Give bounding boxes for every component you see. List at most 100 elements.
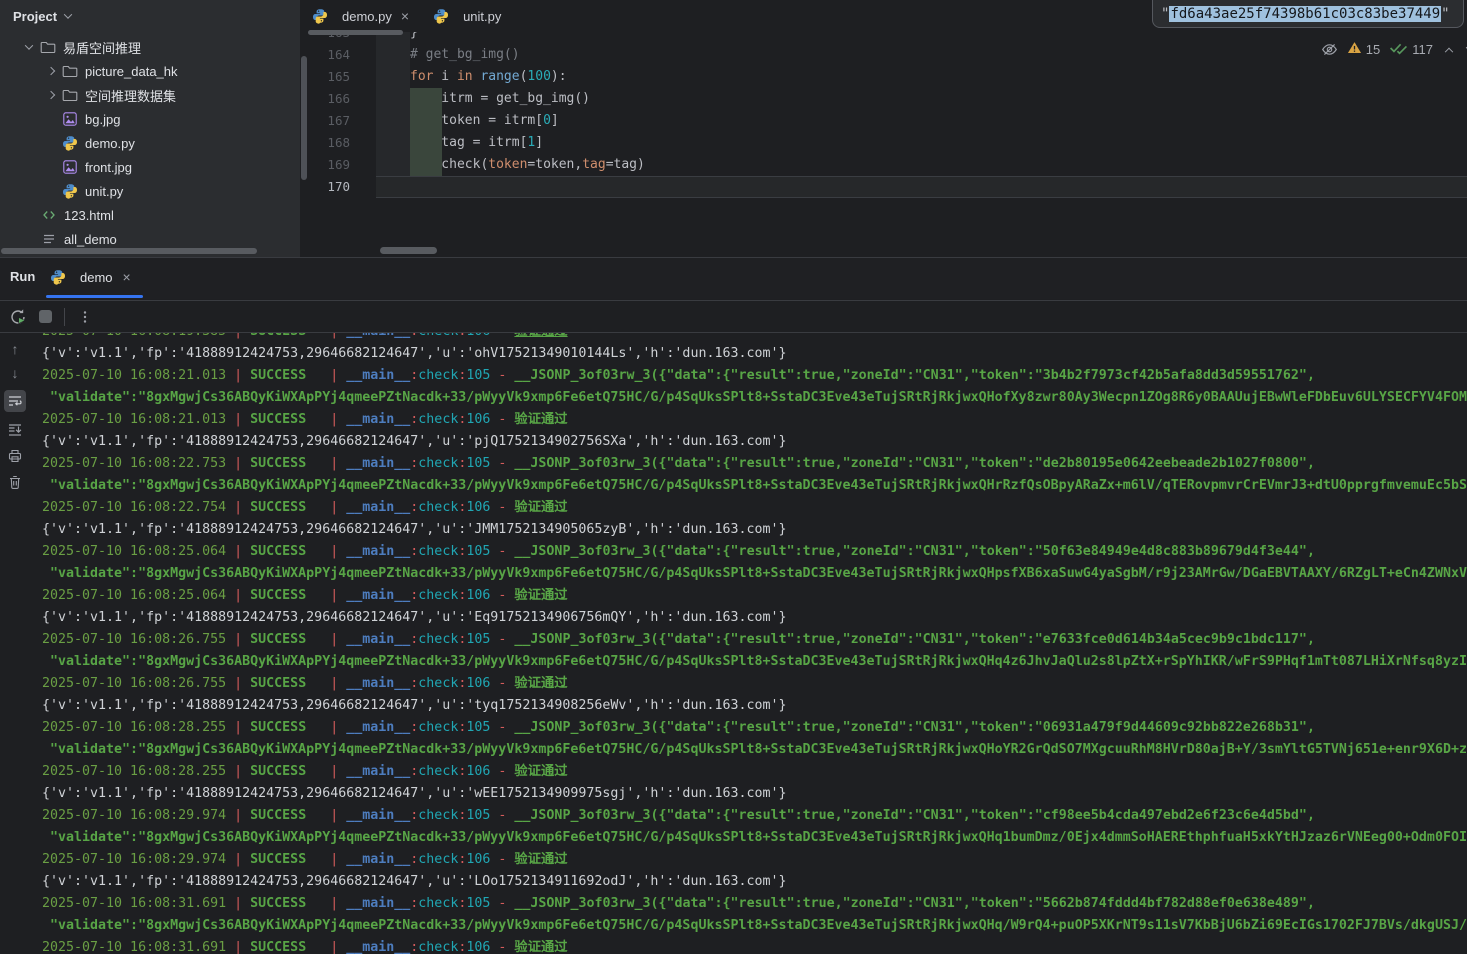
python-icon [62,183,78,199]
tree-item-picture_data_hk[interactable]: picture_data_hk [0,59,300,83]
tree-item-label: bg.jpg [85,112,120,127]
console-line: 2025-07-10 16:08:31.691 | SUCCESS | __ma… [42,937,1467,954]
console-line: 2025-07-10 16:08:26.755 | SUCCESS | __ma… [42,629,1467,651]
tree-item-label: all_demo [64,232,117,247]
double-check-icon [1389,40,1408,58]
tree-item-空间推理数据集[interactable]: 空间推理数据集 [0,83,300,107]
code-line-165: for i in range(100): [410,66,567,88]
console-line: "validate":"8gxMgwjCs36ABQyKiWXApPYj4qme… [42,651,1467,673]
selected-value-text[interactable]: fd6a43ae25f74398b61c03c83be37449 [1169,6,1441,22]
line-number: 164 [300,44,350,66]
editor-tab-unit.py[interactable]: unit.py [421,0,513,32]
image-icon [62,111,78,127]
python-icon [62,135,78,151]
project-panel-title: Project [13,9,57,24]
line-number: 166 [300,88,350,110]
console-line: 2025-07-10 16:08:28.255 | SUCCESS | __ma… [42,717,1467,739]
project-vertical-scrollbar[interactable] [301,56,307,180]
project-panel: Project 易盾空间推理 picture_data_hk 空间推理数据集 bg.j… [0,0,300,257]
console-line: 2025-07-10 16:08:29.974 | SUCCESS | __ma… [42,849,1467,871]
tree-item-label: 易盾空间推理 [63,38,141,57]
console-line: {'v':'v1.1','fp':'41888912424753,2964668… [42,343,1467,365]
chevron-right-icon[interactable] [40,68,62,74]
html-icon [41,207,57,223]
editor-tab-demo.py[interactable]: demo.py × [300,0,421,32]
console-line: {'v':'v1.1','fp':'41888912424753,2964668… [42,871,1467,893]
up-arrow-icon[interactable]: ↑ [12,342,19,356]
tree-item-bg.jpg[interactable]: bg.jpg [0,107,300,131]
folder-icon [62,87,78,103]
tree-item-label: 123.html [64,208,114,223]
tree-item-label: 空间推理数据集 [85,86,176,105]
tree-item-demo.py[interactable]: demo.py [0,131,300,155]
code-line-164: # get_bg_img() [410,44,520,66]
project-panel-header[interactable]: Project [0,0,300,32]
code-editor[interactable]: 163164165166167168169170 }# get_bg_img()… [300,32,1467,258]
code-line-167: token = itrm[0] [410,110,559,132]
warnings-indicator[interactable]: 15 [1347,40,1380,58]
tree-item-易盾空间推理[interactable]: 易盾空间推理 [0,35,300,59]
console-line: 2025-07-10 16:08:25.064 | SUCCESS | __ma… [42,585,1467,607]
line-number: 168 [300,132,350,154]
console-line: 2025-07-10 16:08:21.013 | SUCCESS | __ma… [42,409,1467,431]
warnings-count: 15 [1366,42,1380,57]
console-line: "validate":"8gxMgwjCs36ABQyKiWXApPYj4qme… [42,387,1467,409]
gutter-highlight-band [376,32,410,176]
python-icon [312,8,328,24]
quote-close: " [1441,6,1449,22]
image-icon [62,159,78,175]
editor-tab-label: demo.py [342,9,392,24]
highlighting-off-icon[interactable] [1321,41,1338,58]
console-left-toolbar: ↑↓ [0,333,30,954]
chevron-down-icon[interactable] [18,44,40,50]
console-line: 2025-07-10 16:08:31.691 | SUCCESS | __ma… [42,893,1467,915]
console-line: {'v':'v1.1','fp':'41888912424753,2964668… [42,431,1467,453]
tree-item-123.html[interactable]: 123.html [0,203,300,227]
line-number: 167 [300,110,350,132]
textfile-icon [41,231,57,247]
console-line: {'v':'v1.1','fp':'41888912424753,2964668… [42,519,1467,541]
editor-tab-label: unit.py [463,9,501,24]
line-number: 170 [300,176,350,198]
passed-indicator[interactable]: 117 [1389,40,1433,58]
rerun-icon[interactable] [9,308,27,326]
editor-horizontal-scrollbar[interactable] [380,247,437,254]
run-tab-demo[interactable]: demo × [50,258,131,296]
close-icon[interactable]: × [123,269,131,285]
console-line: 2025-07-10 16:08:22.754 | SUCCESS | __ma… [42,497,1467,519]
line-number: 165 [300,66,350,88]
console-line: "validate":"8gxMgwjCs36ABQyKiWXApPYj4qme… [42,739,1467,761]
console-line: 2025-07-10 16:08:29.974 | SUCCESS | __ma… [42,805,1467,827]
tab-strip-scrollbar[interactable] [308,30,403,35]
scroll-to-end-icon[interactable] [7,422,23,438]
console-line: "validate":"8gxMgwjCs36ABQyKiWXApPYj4qme… [42,563,1467,585]
console-panel[interactable]: 2025-07-10 16:08:19.385 | SUCCESS | __ma… [30,333,1467,954]
code-line-169: check(token=token,tag=tag) [410,154,645,176]
print-icon[interactable] [7,448,23,464]
inspections-widget: 15 117 [1321,38,1467,60]
project-horizontal-scrollbar[interactable] [1,248,257,254]
tree-item-front.jpg[interactable]: front.jpg [0,155,300,179]
down-arrow-icon[interactable]: ↓ [12,366,19,380]
console-line: "validate":"8gxMgwjCs36ABQyKiWXApPYj4qme… [42,827,1467,849]
stop-icon[interactable] [39,310,52,323]
close-icon[interactable]: × [401,8,409,24]
more-options-icon[interactable] [77,309,93,325]
quote-open: " [1161,6,1169,22]
tree-item-label: picture_data_hk [85,64,178,79]
soft-wrap-icon[interactable] [4,390,26,412]
console-line: 2025-07-10 16:08:28.255 | SUCCESS | __ma… [42,761,1467,783]
console-line: 2025-07-10 16:08:25.064 | SUCCESS | __ma… [42,541,1467,563]
tree-item-unit.py[interactable]: unit.py [0,179,300,203]
folder-icon [40,39,56,55]
console-line: {'v':'v1.1','fp':'41888912424753,2964668… [42,783,1467,805]
tree-item-label: demo.py [85,136,135,151]
code-line-168: tag = itrm[1] [410,132,543,154]
chevron-right-icon[interactable] [40,92,62,98]
chevron-down-icon [64,10,72,18]
python-icon [433,8,449,24]
clear-icon[interactable] [7,474,23,490]
prev-problem-chevron-icon[interactable] [1445,48,1453,56]
code-line-163: } [410,32,418,44]
console-line: 2025-07-10 16:08:19.385 | SUCCESS | __ma… [42,333,1467,343]
